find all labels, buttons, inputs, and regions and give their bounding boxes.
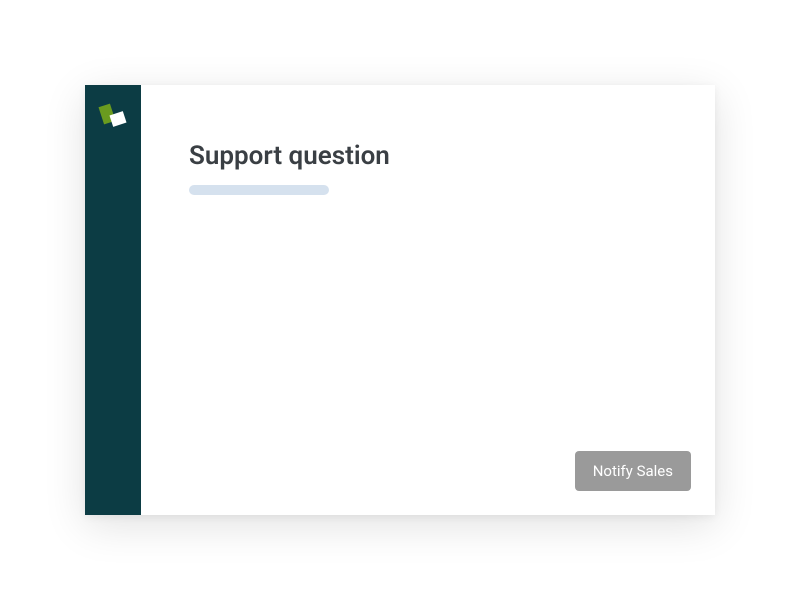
brand-logo-icon [99, 103, 127, 131]
ticket-card: Support question Notify Sales [85, 85, 715, 515]
content-placeholder [189, 185, 329, 195]
ticket-title: Support question [189, 141, 667, 171]
sidebar [85, 85, 141, 515]
content-area: Support question Notify Sales [141, 85, 715, 515]
notify-sales-button[interactable]: Notify Sales [575, 451, 691, 491]
